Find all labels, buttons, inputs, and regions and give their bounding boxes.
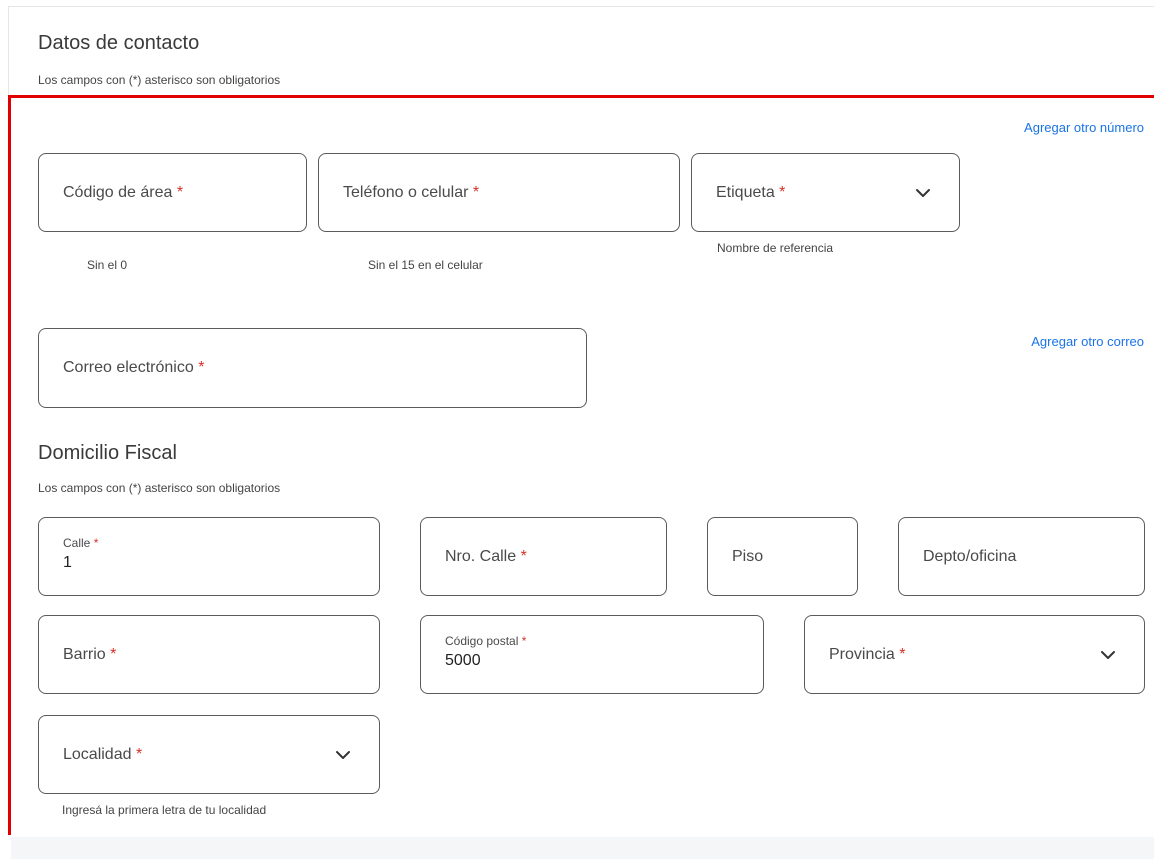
floor-label: Piso [732, 547, 764, 565]
phone-field[interactable]: Teléfono o celular * [318, 153, 680, 232]
required-mark: * [110, 645, 117, 663]
locality-label: Localidad * [63, 746, 142, 764]
phone-label: Teléfono o celular * [343, 184, 479, 202]
required-mark: * [520, 547, 527, 565]
required-mark: * [198, 359, 205, 376]
province-label: Provincia * [829, 646, 906, 664]
page-bottom-strip [11, 837, 1154, 859]
required-mark: * [93, 536, 99, 550]
chevron-down-icon [916, 188, 930, 197]
street-label-text: Calle [63, 536, 91, 550]
locality-label-text: Localidad [63, 745, 132, 763]
fiscal-section-title: Domicilio Fiscal [38, 442, 177, 464]
tag-label-text: Etiqueta [716, 183, 775, 201]
email-label-text: Correo electrónico [63, 359, 194, 376]
postal-code-label-text: Código postal [445, 634, 519, 648]
phone-label-text: Teléfono o celular [343, 183, 469, 201]
add-email-link[interactable]: Agregar otro correo [1031, 334, 1144, 349]
province-select[interactable]: Provincia * [804, 615, 1145, 694]
required-mark: * [899, 645, 906, 663]
province-label-text: Provincia [829, 645, 895, 663]
floor-field[interactable]: Piso [707, 517, 858, 596]
phone-helper: Sin el 15 en el celular [368, 258, 483, 272]
street-value: 1 [63, 554, 72, 571]
area-code-label: Código de área * [63, 184, 183, 202]
locality-helper: Ingresá la primera letra de tu localidad [62, 803, 267, 817]
email-label: Correo electrónico * [63, 359, 204, 377]
street-field[interactable]: Calle * 1 [38, 517, 380, 596]
street-number-label-text: Nro. Calle [445, 547, 517, 565]
add-number-link[interactable]: Agregar otro número [1024, 120, 1144, 135]
area-code-helper: Sin el 0 [87, 258, 128, 272]
postal-code-value: 5000 [445, 652, 481, 669]
email-field[interactable]: Correo electrónico * [38, 328, 587, 408]
required-mark: * [135, 745, 143, 763]
contact-section-title: Datos de contacto [38, 32, 200, 54]
street-number-label: Nro. Calle * [445, 548, 527, 566]
neighborhood-label: Barrio * [63, 646, 116, 664]
street-number-field[interactable]: Nro. Calle * [420, 517, 667, 596]
postal-code-label: Código postal * [445, 634, 526, 648]
apartment-label: Depto/oficina [923, 547, 1017, 565]
required-mark: * [779, 183, 786, 201]
area-code-label-text: Código de área [63, 183, 173, 201]
chevron-down-icon [1101, 650, 1115, 659]
locality-select[interactable]: Localidad * [38, 715, 380, 794]
postal-code-field[interactable]: Código postal * 5000 [420, 615, 764, 694]
tag-label: Etiqueta * [716, 184, 785, 202]
contact-section-subtitle: Los campos con (*) asterisco son obligat… [38, 73, 281, 87]
required-mark: * [521, 634, 527, 648]
area-code-field[interactable]: Código de área * [38, 153, 307, 232]
fiscal-section-subtitle: Los campos con (*) asterisco son obligat… [38, 481, 281, 495]
required-mark: * [472, 183, 480, 201]
apartment-field[interactable]: Depto/oficina [898, 517, 1145, 596]
chevron-down-icon [336, 750, 350, 759]
tag-helper: Nombre de referencia [717, 241, 834, 255]
neighborhood-field[interactable]: Barrio * [38, 615, 380, 694]
neighborhood-label-text: Barrio [63, 645, 106, 663]
tag-select[interactable]: Etiqueta * [691, 153, 960, 232]
required-mark: * [176, 183, 184, 201]
street-label: Calle * [63, 536, 98, 550]
